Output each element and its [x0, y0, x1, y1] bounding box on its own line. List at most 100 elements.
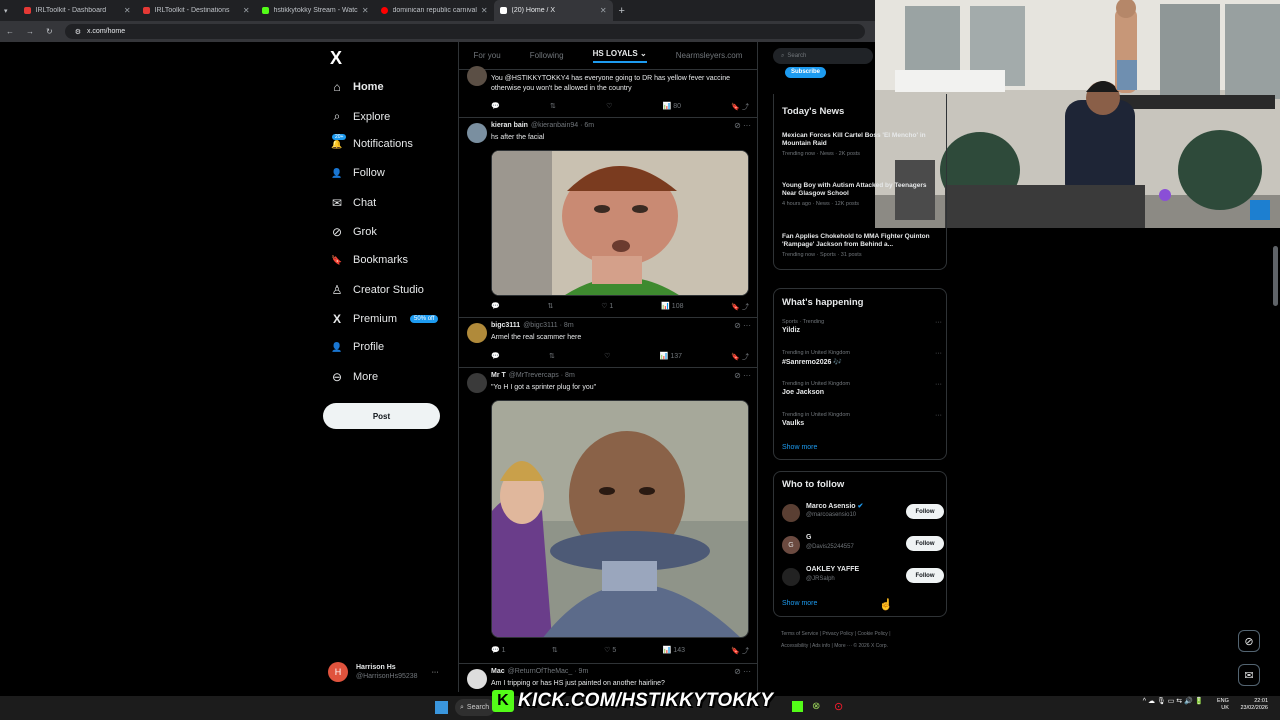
- tab-for-you[interactable]: For you: [474, 51, 501, 60]
- tab-nearmsleyers[interactable]: Nearmsleyers.com: [676, 51, 743, 60]
- views-count[interactable]: 📊 137: [660, 352, 682, 362]
- trend-more-icon[interactable]: ···: [935, 381, 942, 388]
- x-logo[interactable]: X: [330, 48, 342, 69]
- subscribe-button[interactable]: Subscribe: [785, 67, 827, 78]
- account-more-icon[interactable]: ···: [432, 669, 439, 676]
- tweet-more-icon[interactable]: ⊘ ···: [734, 121, 751, 130]
- follow-button[interactable]: Follow: [906, 568, 944, 583]
- repost-icon[interactable]: ⇅: [550, 102, 556, 112]
- trend-item[interactable]: Sports · Trending Yildiz ···: [782, 319, 942, 334]
- footer-link[interactable]: More ···: [834, 643, 852, 649]
- reload-icon[interactable]: ↻: [46, 27, 53, 36]
- tweet-more-icon[interactable]: ⊘ ···: [734, 321, 751, 330]
- reply-icon[interactable]: 💬 1: [491, 646, 506, 656]
- reply-icon[interactable]: 💬: [491, 352, 500, 362]
- follow-suggestion[interactable]: OAKLEY YAFFE @JRSalph Follow: [782, 566, 944, 590]
- trend-item[interactable]: Trending in United Kingdom #Sanremo2026 🎶…: [782, 350, 942, 366]
- follow-suggestion[interactable]: G G @Davis25244557 Follow: [782, 534, 944, 558]
- trend-more-icon[interactable]: ···: [935, 319, 942, 326]
- views-count[interactable]: 📊 143: [663, 646, 685, 656]
- trend-more-icon[interactable]: ···: [935, 412, 942, 419]
- tweet-more-icon[interactable]: ⊘ ···: [734, 667, 751, 676]
- back-icon[interactable]: ←: [6, 27, 14, 36]
- show-more-link[interactable]: Show more: [782, 600, 817, 607]
- sidebar-item-premium[interactable]: X Premium 50% off: [330, 312, 439, 326]
- sidebar-item-explore[interactable]: ⌕ Explore: [330, 109, 391, 124]
- follow-button[interactable]: Follow: [906, 504, 944, 519]
- tweet[interactable]: kieran bain @kieranbain94 · 6m ⊘ ··· hs a…: [459, 118, 757, 318]
- tweet-image[interactable]: [491, 400, 749, 638]
- sidebar-item-chat[interactable]: ✉ Chat: [330, 196, 376, 210]
- footer-link[interactable]: Ads info: [812, 643, 830, 649]
- sidebar-item-home[interactable]: ⌂ Home: [330, 80, 383, 94]
- close-tab-icon[interactable]: ✕: [362, 6, 369, 15]
- sidebar-item-grok[interactable]: ⊘ Grok: [330, 225, 377, 239]
- tweet[interactable]: You @HSTIKKYTOKKY4 has everyone going to…: [459, 66, 757, 118]
- bookmark-icon[interactable]: 🔖 ⤴: [731, 302, 749, 312]
- news-item[interactable]: Young Boy with Autism Attacked by Teenag…: [782, 182, 942, 207]
- sidebar-item-more[interactable]: ⊖ More: [330, 370, 378, 384]
- bookmark-icon[interactable]: 🔖 ⤴: [731, 646, 749, 656]
- close-tab-icon[interactable]: ✕: [481, 6, 488, 15]
- sidebar-item-profile[interactable]: 👤 Profile: [330, 341, 384, 353]
- repost-icon[interactable]: ⇅: [552, 646, 558, 656]
- search-input[interactable]: ⌕ Search: [773, 48, 873, 64]
- tweet[interactable]: bigc3111 @bigc3111 · 8m ⊘ ··· Armel the r…: [459, 318, 757, 368]
- account-switcher[interactable]: H Harrison Hs @HarrisonHs95238 ···: [328, 662, 439, 682]
- sidebar-item-follow[interactable]: 👤 Follow: [330, 167, 384, 179]
- close-tab-icon[interactable]: ✕: [243, 6, 250, 15]
- site-info-icon[interactable]: ⚙: [75, 28, 81, 36]
- like-icon[interactable]: ♡ 5: [604, 646, 616, 656]
- follow-suggestion[interactable]: Marco Asensio ✔ @marcoasensio10 Follow: [782, 502, 944, 526]
- footer-link[interactable]: Terms of Service: [781, 631, 818, 637]
- sidebar-item-creator-studio[interactable]: ♙ Creator Studio: [330, 283, 424, 297]
- post-button[interactable]: Post: [323, 403, 440, 429]
- grok-float-icon[interactable]: ⊘: [1238, 630, 1260, 652]
- url-field[interactable]: ⚙ x.com/home: [64, 24, 865, 39]
- tweet-image[interactable]: [491, 150, 749, 296]
- tweet-more-icon[interactable]: ⊘ ···: [734, 371, 751, 380]
- bookmark-icon[interactable]: 🔖 ⤴: [731, 102, 749, 112]
- taskbar-search[interactable]: ⌕ Search: [455, 699, 495, 716]
- show-more-link[interactable]: Show more: [782, 444, 817, 451]
- new-tab-button[interactable]: +: [619, 5, 625, 17]
- news-item[interactable]: Fan Applies Chokehold to MMA Fighter Qui…: [782, 233, 942, 258]
- repost-icon[interactable]: ⇅: [548, 302, 554, 312]
- close-tab-icon[interactable]: ✕: [600, 6, 607, 15]
- tab-hs-loyals[interactable]: HS LOYALS ⌄: [592, 49, 647, 63]
- forward-icon[interactable]: →: [26, 27, 34, 36]
- reply-icon[interactable]: 💬: [491, 102, 500, 112]
- trend-item[interactable]: Trending in United Kingdom Joe Jackson ···: [782, 381, 942, 396]
- like-icon[interactable]: ♡: [604, 352, 610, 362]
- bookmark-icon[interactable]: 🔖 ⤴: [731, 352, 749, 362]
- footer-link[interactable]: Accessibility: [781, 643, 808, 649]
- repost-icon[interactable]: ⇅: [549, 352, 555, 362]
- news-item[interactable]: Mexican Forces Kill Cartel Boss 'El Menc…: [782, 132, 942, 157]
- browser-tab[interactable]: dominican republic carnival - Y✕: [375, 0, 494, 21]
- like-icon[interactable]: ♡: [606, 102, 612, 112]
- xbox-icon[interactable]: ⊗: [812, 701, 820, 712]
- browser-tab[interactable]: hstikkytokky Stream - Watch Li✕: [256, 0, 375, 21]
- tweet[interactable]: Mr T @MrTrevercaps · 8m ⊘ ··· "Yo H I got…: [459, 368, 757, 664]
- system-tray[interactable]: ^ ☁ 🎙 ▭ ⇆ 🔊 🔋 ENG UK 22:01 23/02/2026: [1143, 698, 1268, 712]
- trend-more-icon[interactable]: ···: [935, 350, 942, 357]
- footer-link[interactable]: Privacy Policy: [822, 631, 853, 637]
- trend-item[interactable]: Trending in United Kingdom Vaulks ···: [782, 412, 942, 427]
- sidebar-item-notifications[interactable]: 🔔 20+ Notifications: [330, 134, 413, 150]
- reply-icon[interactable]: 💬: [491, 302, 500, 312]
- scrollbar[interactable]: [1273, 246, 1278, 306]
- browser-tab[interactable]: IRLToolkit - Destinations ✕: [137, 0, 256, 21]
- tab-list-icon[interactable]: ▾: [4, 7, 8, 15]
- footer-link[interactable]: Cookie Policy: [858, 631, 888, 637]
- browser-tab-active[interactable]: (20) Home / X ✕: [493, 0, 613, 21]
- follow-button[interactable]: Follow: [906, 536, 944, 551]
- messages-float-icon[interactable]: ✉: [1238, 664, 1260, 686]
- windows-start-icon[interactable]: [435, 701, 448, 714]
- sidebar-item-bookmarks[interactable]: 🔖 Bookmarks: [330, 254, 408, 266]
- tab-following[interactable]: Following: [530, 51, 564, 60]
- like-icon[interactable]: ♡ 1: [601, 302, 613, 312]
- views-count[interactable]: 📊 80: [663, 102, 681, 112]
- views-count[interactable]: 📊 108: [661, 302, 683, 312]
- opera-icon[interactable]: ⊙: [834, 700, 843, 713]
- close-tab-icon[interactable]: ✕: [124, 6, 131, 15]
